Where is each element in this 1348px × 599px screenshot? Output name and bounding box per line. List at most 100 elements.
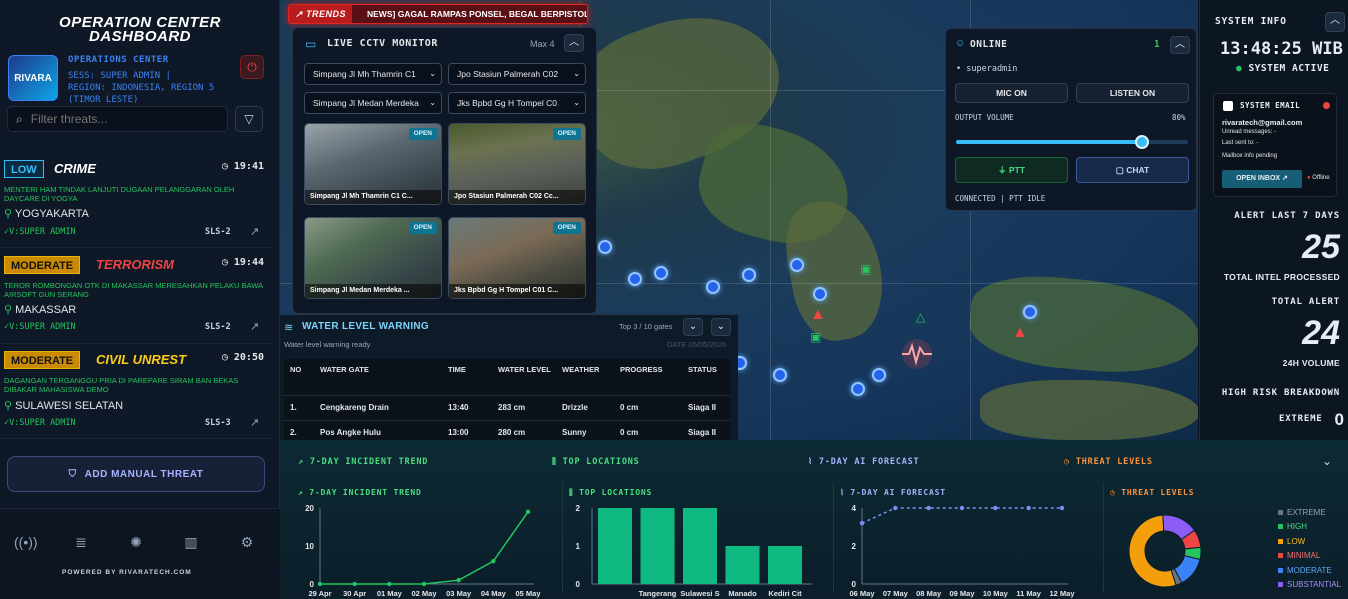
table-row[interactable]: 1. Cengkareng Drain 13:40 283 cm Drizzle…: [284, 395, 730, 420]
trends-ticker: ↗ TRENDS NEWS] GAGAL RAMPAS PONSEL, BEGA…: [288, 4, 588, 24]
settings-icon[interactable]: ⚙: [236, 531, 258, 553]
camera-select[interactable]: Simpang Jl Medan Merdeka ⌄: [304, 92, 442, 114]
activity-pulse-icon[interactable]: [898, 338, 936, 370]
water-title: WATER LEVEL WARNING: [302, 321, 429, 332]
alarm-icon[interactable]: ▲: [810, 306, 826, 324]
legend-label: LOW: [1287, 536, 1306, 546]
location-bar: [768, 546, 802, 584]
chevron-down-icon: ⌄: [573, 69, 580, 78]
threat-type: CRIME: [54, 161, 96, 176]
volume-slider[interactable]: [956, 135, 1188, 149]
logout-button[interactable]: ⏻: [240, 55, 264, 79]
map-marker[interactable]: [1023, 305, 1037, 319]
chevron-down-icon: ⌄: [716, 321, 726, 332]
map-marker[interactable]: [598, 240, 612, 254]
mic-toggle-button[interactable]: MIC ON: [955, 83, 1068, 103]
threat-card[interactable]: MODERATE CIVIL UNREST ◷ 20:50 DAGANGAN T…: [0, 347, 272, 439]
filter-button[interactable]: ▽: [235, 106, 263, 132]
cell-gate: Pos Angke Hulu: [320, 428, 382, 438]
operations-center-label: OPERATIONS CENTER: [68, 55, 169, 65]
extreme-value: 0: [1334, 410, 1344, 429]
legend-item: HIGH: [1278, 520, 1341, 534]
activity-icon: ⌇: [840, 488, 851, 497]
database-icon[interactable]: ≣: [70, 531, 92, 553]
threat-card[interactable]: MODERATE TERRORISM ◷ 19:44 TEROR ROMBONG…: [0, 252, 272, 344]
map-marker[interactable]: [851, 382, 865, 396]
search-input[interactable]: [30, 112, 211, 126]
camera-select[interactable]: Simpang Jl Mh Thamrin C1 ⌄: [304, 63, 442, 85]
threat-card[interactable]: LOW CRIME ◷ 19:41 MENTERI HAM TINDAK LAN…: [0, 156, 272, 248]
threat-chart-title: ◷ THREAT LEVELS: [1110, 488, 1195, 497]
forecast-x-tick: 12 May: [1049, 589, 1075, 598]
tab-incident-trend[interactable]: ↗ 7-DAY INCIDENT TREND: [298, 457, 428, 467]
map-marker[interactable]: [813, 287, 827, 301]
incident-x-tick: 03 May: [446, 589, 472, 598]
map-marker[interactable]: [872, 368, 886, 382]
alarm-icon[interactable]: ▲: [1012, 324, 1028, 342]
add-manual-threat-button[interactable]: ⛉ ADD MANUAL THREAT: [7, 456, 265, 492]
camera-select[interactable]: Jks Bpbd Gg H Tompel C0 ⌄: [448, 92, 586, 114]
clock-icon: ◷: [221, 257, 234, 268]
table-row[interactable]: 2. Pos Angke Hulu 13:00 280 cm Sunny 0 c…: [284, 420, 730, 440]
trend-icon: ↗: [298, 457, 310, 467]
collapse-button[interactable]: ︿: [564, 34, 584, 52]
clock-icon: ◷: [221, 161, 234, 172]
open-inbox-button[interactable]: OPEN INBOX ↗: [1222, 170, 1302, 188]
camera-select[interactable]: Jpo Stasiun Palmerah C02 ⌄: [448, 63, 586, 85]
vehicle-icon[interactable]: ▣: [810, 330, 821, 344]
vehicle-icon[interactable]: ▣: [860, 262, 871, 276]
warning-icon[interactable]: △: [916, 310, 925, 324]
powered-by: POWERED BY RIVARATECH.COM: [62, 569, 192, 576]
tab-ai-forecast[interactable]: ⌇ 7-DAY AI FORECAST: [808, 457, 919, 467]
tab-threat-levels[interactable]: ◷ THREAT LEVELS: [1064, 457, 1153, 467]
location-bar: [683, 508, 717, 584]
map-marker[interactable]: [706, 280, 720, 294]
incident-data-point: [491, 559, 496, 564]
map-marker[interactable]: [742, 268, 756, 282]
brain-icon[interactable]: ✺: [125, 531, 147, 553]
map-marker[interactable]: [654, 266, 668, 280]
cell-progress: 0 cm: [620, 403, 639, 412]
listen-toggle-button[interactable]: LISTEN ON: [1076, 83, 1189, 103]
collapse-button[interactable]: ︿: [1170, 36, 1190, 54]
camera-label: Jks Bpbd Gg H Tompel C01 C...: [449, 284, 585, 298]
legend-item: MINIMAL: [1278, 549, 1341, 563]
external-link-icon[interactable]: ↗: [250, 416, 259, 429]
broadcast-icon[interactable]: ((•)): [14, 531, 38, 553]
session-info: SESS: SUPER ADMIN | REGION: INDONESIA, R…: [68, 71, 215, 105]
map-marker[interactable]: [790, 258, 804, 272]
alert-7days-value: 25: [1302, 228, 1340, 266]
volume-slider-knob[interactable]: [1134, 135, 1149, 149]
external-link-icon[interactable]: ↗: [250, 225, 259, 238]
email-checkbox[interactable]: [1223, 101, 1233, 111]
chevron-down-icon: ⌄: [573, 98, 580, 107]
total-alert-value: 24: [1302, 314, 1340, 352]
tab-top-locations[interactable]: ⫼ TOP LOCATIONS: [552, 457, 640, 467]
chevron-down-icon[interactable]: ⌄: [1322, 454, 1332, 468]
chat-button[interactable]: ▢ CHAT: [1076, 157, 1189, 183]
cell-no: 1.: [290, 403, 297, 412]
cctv-max: Max 4: [530, 39, 555, 49]
location-bar: [725, 546, 760, 584]
camera-feed[interactable]: OPEN Simpang Jl Mh Thamrin C1 C...: [304, 123, 442, 205]
camera-feed[interactable]: OPEN Jks Bpbd Gg H Tompel C01 C...: [448, 217, 586, 299]
locations-x-tick: Sulawesi S: [680, 589, 719, 598]
forecast-chart-title: ⌇ 7-DAY AI FORECAST: [840, 488, 946, 497]
camera-feed[interactable]: OPEN Simpang Jl Medan Merdeka ...: [304, 217, 442, 299]
external-link-icon[interactable]: ↗: [250, 320, 259, 333]
prev-button[interactable]: ⌄: [683, 318, 703, 336]
collapse-button[interactable]: ︿: [1325, 12, 1345, 32]
map-marker[interactable]: [773, 368, 787, 382]
locations-chart-title: ⫼ TOP LOCATIONS: [569, 488, 653, 497]
legend-swatch: [1278, 582, 1283, 588]
forecast-data-point: [893, 505, 898, 511]
forecast-series-line: [861, 507, 1062, 524]
next-button[interactable]: ⌄: [711, 318, 731, 336]
map-icon[interactable]: ▥: [180, 531, 202, 553]
search-box[interactable]: ⌕: [7, 106, 228, 132]
cctv-panel: ▭ LIVE CCTV MONITOR Max 4 ︿ Simpang Jl M…: [292, 27, 597, 314]
ptt-button[interactable]: ⏚ PTT: [955, 157, 1068, 183]
threat-level-badge: MODERATE: [4, 351, 81, 369]
camera-feed[interactable]: OPEN Jpo Stasiun Palmerah C02 Cc...: [448, 123, 586, 205]
map-marker[interactable]: [628, 272, 642, 286]
